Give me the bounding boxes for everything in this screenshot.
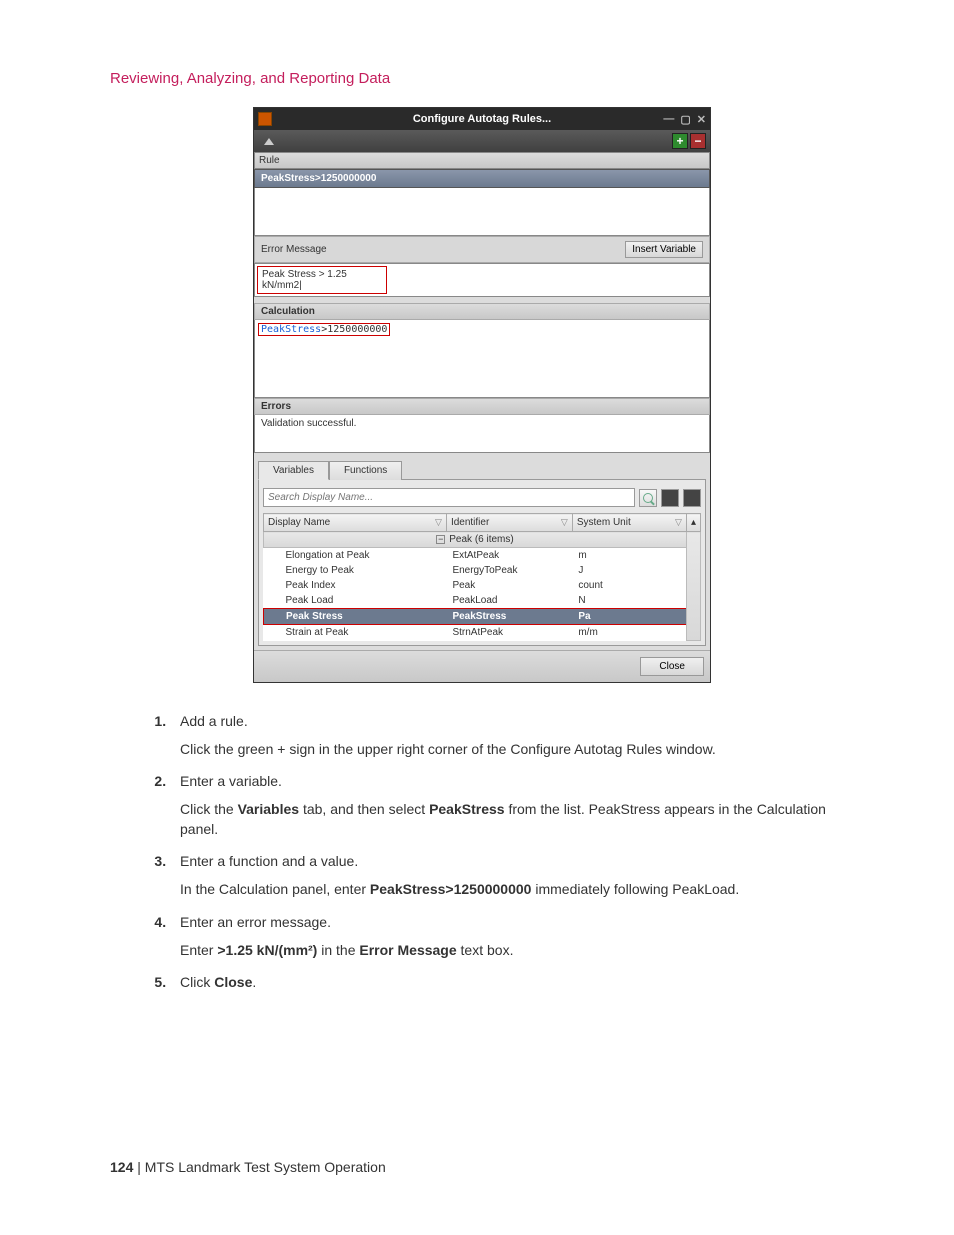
minimize-icon[interactable]: —: [663, 113, 674, 126]
error-message-row: Error Message Insert Variable: [254, 236, 710, 263]
table-row[interactable]: Peak StressPeakStressPa: [264, 609, 701, 625]
search-icon: [643, 493, 653, 503]
dialog-titlebar: Configure Autotag Rules... — ▢ ✕: [254, 108, 710, 130]
table-row[interactable]: Peak LoadPeakLoadN: [264, 593, 701, 609]
variables-panel: Display Name▽ Identifier▽ System Unit▽ ▴…: [258, 479, 706, 646]
instruction-step: Enter an error message.Enter >1.25 kN/(m…: [170, 914, 854, 960]
error-message-input[interactable]: Peak Stress > 1.25 kN/mm2|: [257, 266, 387, 294]
close-button[interactable]: Close: [640, 657, 704, 676]
col-identifier[interactable]: Identifier▽: [446, 514, 572, 532]
page-footer: 124 | MTS Landmark Test System Operation: [110, 1159, 386, 1175]
filter-icon[interactable]: ▽: [435, 517, 442, 528]
app-icon: [258, 112, 272, 126]
tab-variables[interactable]: Variables: [258, 461, 329, 480]
scroll-up-button[interactable]: ▴: [686, 514, 700, 532]
errors-header: Errors: [254, 398, 710, 415]
calc-keyword: PeakStress: [261, 324, 321, 335]
errors-panel: Validation successful.: [254, 415, 710, 453]
close-icon[interactable]: ✕: [697, 113, 706, 126]
variables-table: Display Name▽ Identifier▽ System Unit▽ ▴…: [263, 513, 701, 641]
instructions-list: Add a rule.Click the green + sign in the…: [170, 713, 854, 990]
calc-rest: >1250000000: [321, 324, 387, 335]
scrollbar[interactable]: [686, 532, 700, 641]
group-row[interactable]: −Peak (6 items): [264, 532, 687, 548]
rule-list-empty[interactable]: [254, 188, 710, 236]
search-button[interactable]: [639, 489, 657, 507]
table-row[interactable]: Strain at PeakStrnAtPeakm/m: [264, 625, 701, 641]
filter-icon[interactable]: ▽: [675, 517, 682, 528]
maximize-icon[interactable]: ▢: [680, 113, 690, 126]
collapse-all-button[interactable]: [683, 489, 701, 507]
doc-title: MTS Landmark Test System Operation: [145, 1159, 386, 1175]
page-number: 124: [110, 1159, 133, 1175]
dialog-title: Configure Autotag Rules...: [413, 113, 551, 125]
table-row[interactable]: Elongation at PeakExtAtPeakm: [264, 548, 701, 564]
table-row[interactable]: Energy to PeakEnergyToPeakJ: [264, 563, 701, 578]
insert-variable-button[interactable]: Insert Variable: [625, 241, 703, 258]
col-system-unit[interactable]: System Unit▽: [572, 514, 686, 532]
error-message-textbox[interactable]: Peak Stress > 1.25 kN/mm2|: [254, 263, 710, 297]
instruction-step: Add a rule.Click the green + sign in the…: [170, 713, 854, 759]
delete-rule-button[interactable]: −: [690, 133, 706, 149]
calculation-header: Calculation: [254, 303, 710, 320]
add-rule-button[interactable]: +: [672, 133, 688, 149]
col-display-name[interactable]: Display Name▽: [264, 514, 447, 532]
filter-icon[interactable]: ▽: [561, 517, 568, 528]
calculation-editor[interactable]: PeakStress>1250000000: [254, 320, 710, 398]
rule-row-selected[interactable]: PeakStress>1250000000: [254, 169, 710, 188]
tab-functions[interactable]: Functions: [329, 461, 402, 480]
instruction-step: Enter a variable.Click the Variables tab…: [170, 773, 854, 840]
search-input[interactable]: [263, 488, 635, 507]
instruction-step: Click Close.: [170, 974, 854, 990]
dialog-toolbar: + −: [254, 130, 710, 152]
section-title: Reviewing, Analyzing, and Reporting Data: [110, 70, 854, 87]
autotag-dialog: Configure Autotag Rules... — ▢ ✕ + − Rul…: [253, 107, 711, 683]
error-message-label: Error Message: [261, 244, 327, 255]
rule-header: Rule: [254, 152, 710, 169]
collapse-up-icon[interactable]: [264, 138, 274, 145]
table-row[interactable]: Peak IndexPeakcount: [264, 578, 701, 593]
instruction-step: Enter a function and a value.In the Calc…: [170, 853, 854, 899]
expand-all-button[interactable]: [661, 489, 679, 507]
